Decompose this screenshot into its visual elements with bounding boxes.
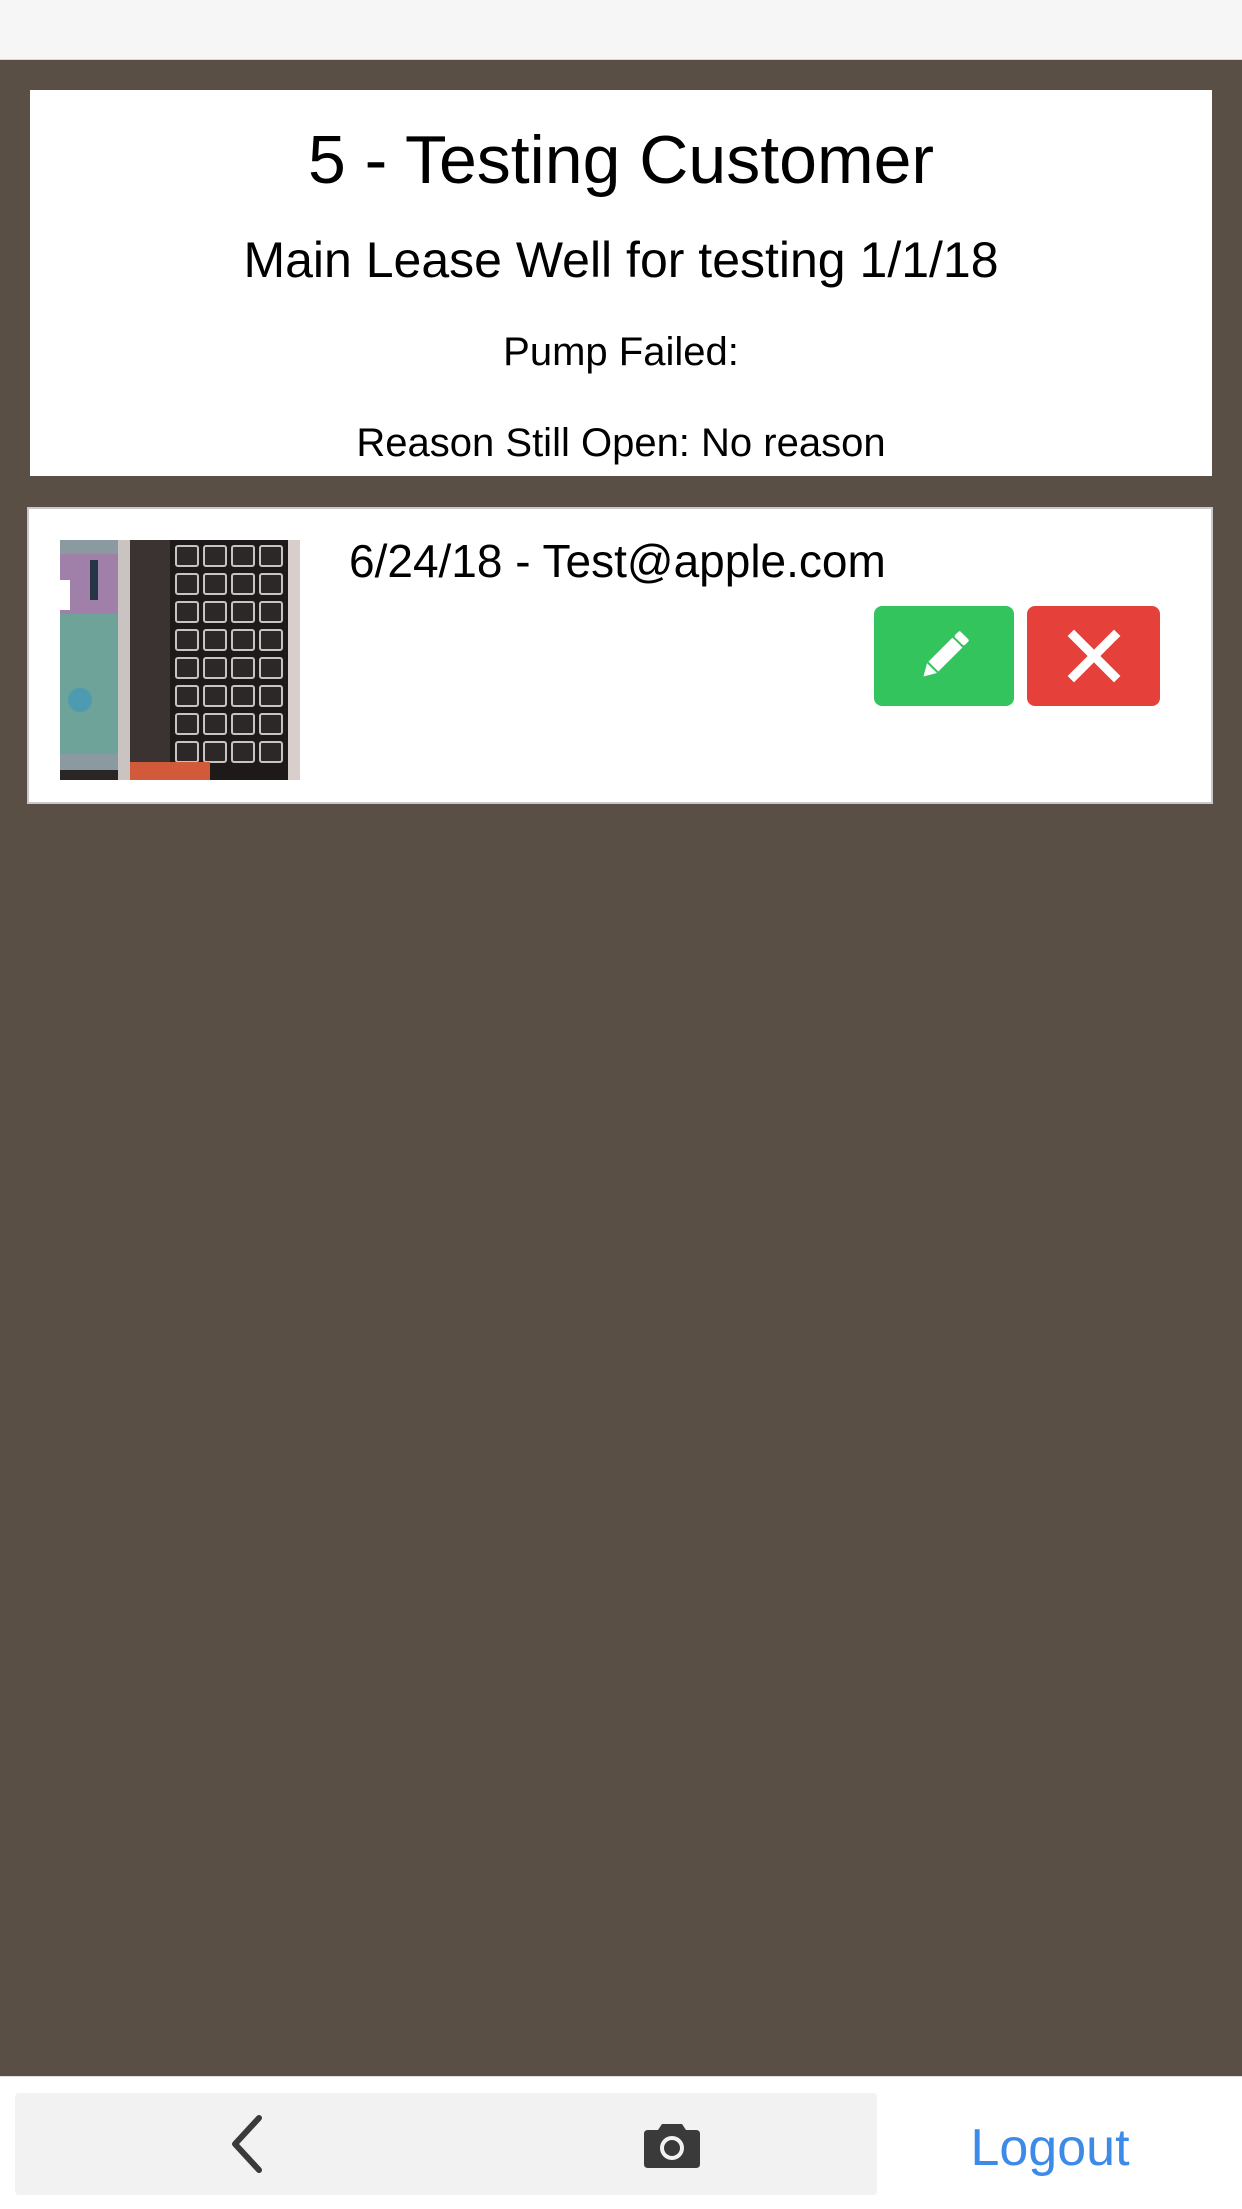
photo-thumbnail-image	[60, 540, 300, 780]
bottom-toolbar: Logout	[0, 2076, 1242, 2209]
reason-still-open-label: Reason Still Open: No reason	[356, 421, 886, 465]
customer-title: 5 - Testing Customer	[307, 122, 935, 198]
chevron-left-icon	[232, 2115, 262, 2173]
header-card: 5 - Testing Customer Main Lease Well for…	[30, 90, 1212, 476]
status-bar	[0, 0, 1242, 60]
toolbar-left-panel	[15, 2093, 877, 2195]
pump-failed-label: Pump Failed:	[503, 330, 739, 374]
delete-button[interactable]	[1027, 606, 1160, 706]
camera-icon	[644, 2124, 700, 2168]
list-item: 6/24/18 - Test@apple.com	[27, 507, 1213, 804]
lease-title: Main Lease Well for testing 1/1/18	[243, 232, 999, 288]
photo-thumbnail[interactable]	[60, 540, 300, 780]
close-icon	[1067, 629, 1120, 683]
pencil-icon	[923, 631, 969, 677]
camera-button[interactable]	[632, 2107, 712, 2181]
logout-button[interactable]: Logout	[935, 2117, 1165, 2179]
entry-date-email: 6/24/18 - Test@apple.com	[349, 535, 886, 587]
edit-button[interactable]	[874, 606, 1014, 706]
back-button[interactable]	[210, 2107, 284, 2181]
